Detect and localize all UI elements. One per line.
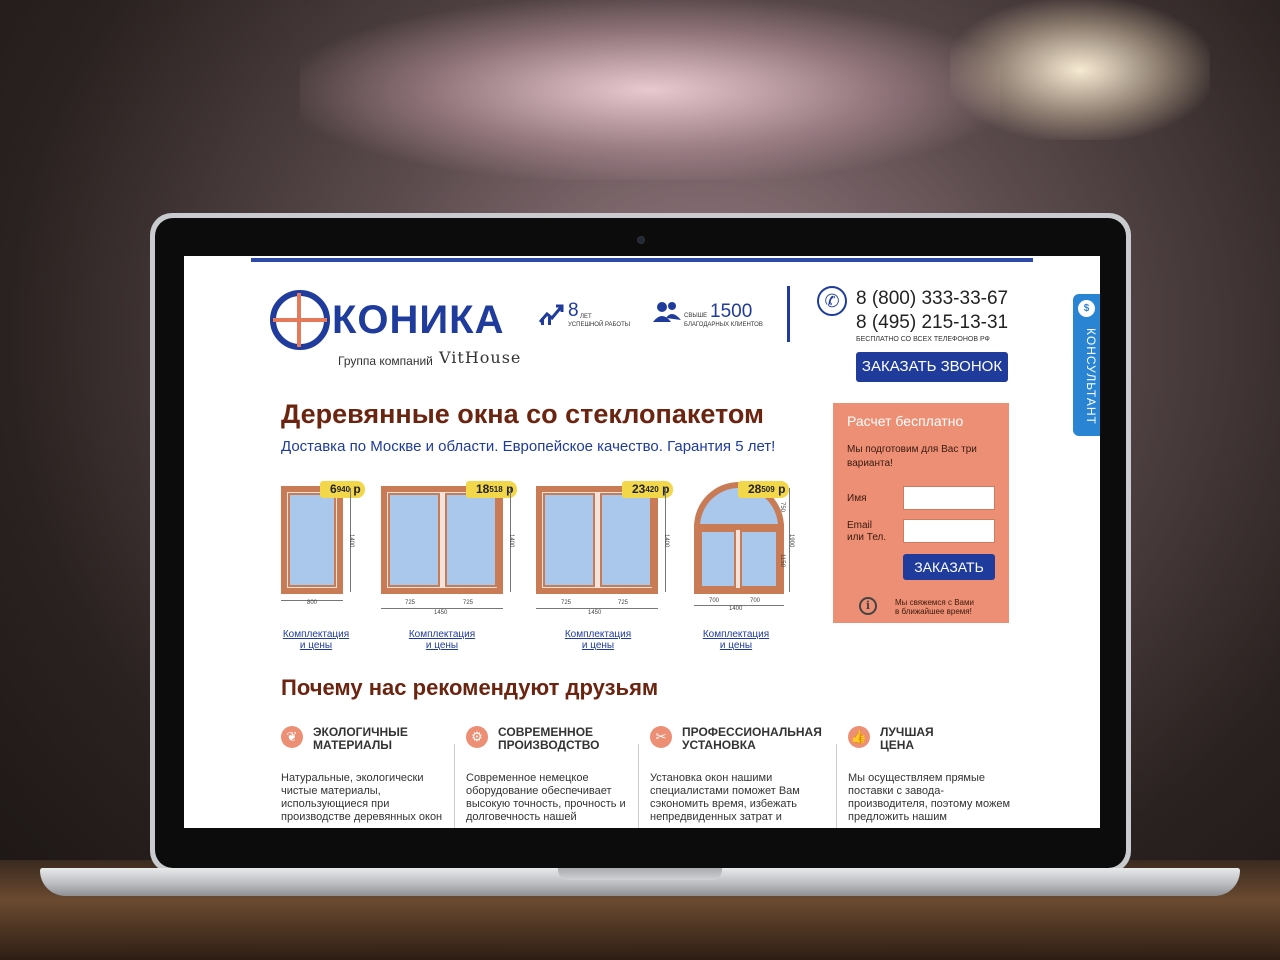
phone-number-2[interactable]: 8 (495) 215-13-31	[856, 312, 1008, 334]
logo-text: КОНИКА	[332, 298, 505, 342]
feature-separator	[454, 744, 455, 828]
feature-title: Современное производство	[498, 725, 600, 752]
name-label: Имя	[847, 493, 867, 504]
page-subtitle: Доставка по Москве и области. Европейско…	[281, 438, 776, 455]
dimension-height: 1400	[348, 534, 354, 548]
name-input[interactable]	[903, 486, 995, 510]
dimension-line	[381, 608, 503, 609]
dimension-line	[536, 608, 658, 609]
window-pane	[288, 493, 336, 587]
feature-title: Лучшая цена	[880, 725, 934, 752]
users-icon	[652, 300, 682, 330]
window-pane	[543, 493, 595, 587]
dimension-total: 1450	[588, 610, 602, 616]
dimension-height: 1900	[788, 534, 794, 548]
window-pane	[740, 530, 778, 588]
header-separator	[787, 286, 790, 342]
dimension-height: 750	[779, 502, 785, 513]
feature-separator	[836, 744, 837, 828]
window-link-3[interactable]: Комплектация и цены	[562, 629, 634, 651]
dimension-height: 1150	[779, 554, 785, 567]
laptop-notch	[558, 868, 722, 880]
chat-icon: $	[1078, 300, 1095, 317]
window-link-1[interactable]: Комплектация и цены	[281, 629, 351, 651]
background-blur-light	[300, 0, 1000, 180]
feature-separator	[638, 744, 639, 828]
stat-years-number: 8	[568, 300, 579, 321]
window-pane	[445, 493, 497, 587]
feature-eco: ❦ Экологичные материалы Натуральные, экол…	[281, 724, 461, 828]
dimension-width: 800	[307, 600, 318, 606]
chart-up-icon	[538, 300, 564, 332]
feature-price: 👍 Лучшая цена Мы осуществляем прямые пост…	[848, 724, 1028, 828]
gear-icon: ⚙	[466, 726, 488, 748]
window-pane	[600, 493, 652, 587]
contact-input[interactable]	[903, 519, 995, 543]
window-link-4[interactable]: Комплектация и цены	[700, 629, 772, 651]
window-pane	[700, 530, 736, 588]
dimension-width: 725	[561, 600, 572, 606]
window-link-2[interactable]: Комплектация и цены	[406, 629, 478, 651]
order-button[interactable]: ЗАКАЗАТЬ	[903, 554, 995, 580]
feature-installation: ✂ Профессиональная установка Установка ок…	[650, 724, 830, 828]
info-icon: i	[859, 597, 877, 615]
calculation-form: Расчет бесплатно Мы подготовим для Вас т…	[833, 403, 1009, 623]
feature-title: Экологичные материалы	[313, 725, 408, 752]
dimension-width: 725	[405, 600, 416, 606]
feature-production: ⚙ Современное производство Современное не…	[466, 724, 646, 828]
phone-note: бесплатно со всех телефонов РФ	[856, 336, 990, 343]
dimension-total: 1450	[434, 610, 448, 616]
logo-group-label: Группа компаний	[338, 354, 433, 368]
contact-label: Email или Тел.	[847, 520, 887, 543]
phone-number-1[interactable]: 8 (800) 333-33-67	[856, 288, 1008, 310]
tools-icon: ✂	[650, 726, 672, 748]
phone-icon: ✆	[817, 286, 847, 316]
logo-cross-horizontal	[273, 318, 327, 322]
dimension-width: 700	[709, 598, 720, 604]
dimension-width: 725	[618, 600, 629, 606]
thumbs-up-icon: 👍	[848, 726, 870, 748]
stat-clients-number: 1500	[710, 301, 753, 322]
callback-button[interactable]: ЗАКАЗАТЬ ЗВОНОК	[856, 352, 1008, 382]
feature-title: Профессиональная установка	[682, 725, 822, 752]
feature-text: Мы осуществляем прямые поставки с завода…	[848, 772, 1011, 823]
window-pane	[388, 493, 440, 587]
consultant-label: КОНСУЛЬТАНТ	[1084, 328, 1098, 425]
stat-clients-caption: благодарных клиентов	[684, 322, 763, 328]
top-accent-line	[251, 258, 1033, 262]
dimension-total: 1400	[729, 606, 743, 612]
feature-text: Современное немецкое оборудование обеспе…	[466, 772, 626, 823]
feature-text: Установка окон нашими специалистами помо…	[650, 772, 800, 823]
form-title: Расчет бесплатно	[847, 413, 964, 429]
stat-years-caption-2: успешной работы	[568, 322, 631, 328]
dimension-height: 1400	[508, 534, 514, 548]
form-description: Мы подготовим для Вас три варианта!	[847, 444, 977, 469]
feature-text: Натуральные, экологически чистые материа…	[281, 772, 443, 823]
stat-clients-prefix: свыше	[684, 313, 708, 319]
website-screen: КОНИКА Группа компаний VitHouse 8 лет ус…	[184, 256, 1100, 828]
price-tag: 28509 р	[738, 481, 790, 498]
dimension-width: 700	[750, 598, 761, 604]
dimension-height: 1400	[663, 534, 669, 548]
dimension-width: 725	[463, 600, 474, 606]
why-title: Почему нас рекомендуют друзьям	[281, 675, 659, 700]
consultant-tab[interactable]: $ КОНСУЛЬТАНТ	[1073, 294, 1100, 436]
camera-icon	[637, 236, 645, 244]
logo-brand: VitHouse	[439, 348, 522, 367]
price-tag: 6940 р	[320, 481, 365, 498]
page-title: Деревянные окна со стеклопакетом	[281, 399, 764, 429]
background-blur-lamp	[950, 0, 1210, 140]
stat-years-caption-1: лет	[580, 314, 592, 320]
form-note: Мы свяжемся с Вами в ближайшее время!	[895, 598, 974, 616]
leaf-icon: ❦	[281, 726, 303, 748]
